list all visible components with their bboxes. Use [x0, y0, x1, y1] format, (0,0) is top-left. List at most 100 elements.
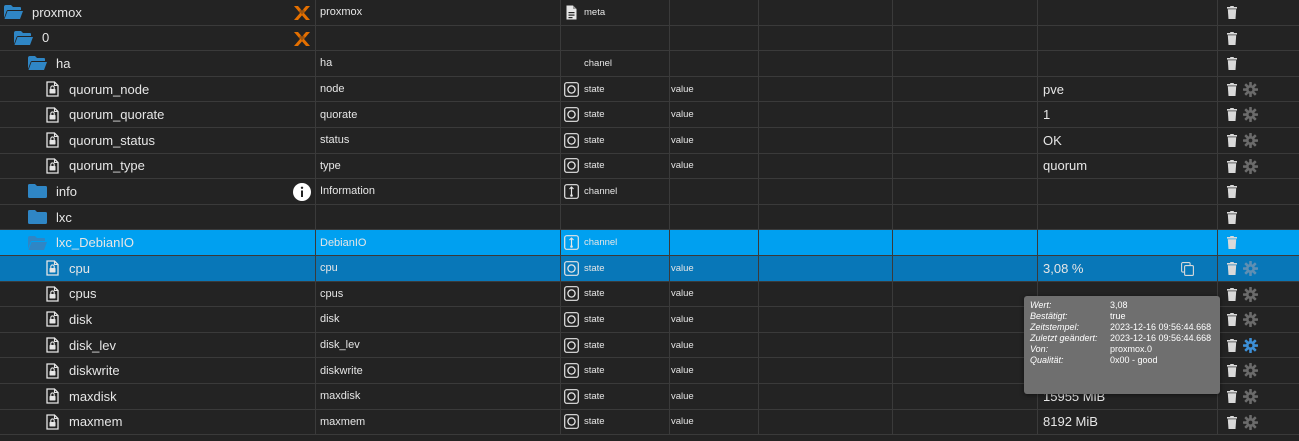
gear-icon[interactable] — [1243, 260, 1258, 276]
object-value[interactable]: 1 — [1038, 102, 1218, 127]
gear-icon[interactable] — [1243, 388, 1258, 404]
object-function[interactable] — [893, 127, 1038, 153]
object-function[interactable] — [893, 383, 1038, 409]
trash-icon[interactable] — [1227, 108, 1237, 122]
tree-row[interactable]: 0 — [0, 25, 1299, 52]
gear-icon[interactable] — [1243, 414, 1258, 430]
trash-icon[interactable] — [1227, 31, 1237, 45]
object-function[interactable] — [893, 102, 1038, 127]
object-label[interactable]: disk — [316, 307, 561, 332]
object-name-cell[interactable]: quorum_status — [0, 127, 316, 153]
object-label[interactable]: Information — [316, 179, 561, 204]
tree-row[interactable]: lxc_DebianIO DebianIO channel — [0, 230, 1299, 256]
object-label[interactable]: disk_lev — [316, 332, 561, 358]
object-room[interactable] — [759, 102, 893, 127]
object-value[interactable]: quorum — [1038, 153, 1218, 179]
object-function[interactable] — [893, 153, 1038, 179]
object-room[interactable] — [759, 204, 893, 230]
object-function[interactable] — [893, 179, 1038, 204]
folder-icon[interactable] — [28, 184, 47, 199]
object-room[interactable] — [759, 281, 893, 307]
object-room[interactable] — [759, 230, 893, 255]
object-label[interactable]: maxmem — [316, 409, 561, 435]
object-function[interactable] — [893, 409, 1038, 435]
folder-open-icon[interactable] — [14, 30, 33, 45]
object-name-cell[interactable]: disk — [0, 307, 316, 332]
gear-icon[interactable] — [1243, 132, 1258, 148]
object-name-cell[interactable]: ha — [0, 51, 316, 76]
object-label[interactable]: quorate — [316, 102, 561, 127]
trash-icon[interactable] — [1227, 185, 1237, 199]
object-room[interactable] — [759, 383, 893, 409]
object-label[interactable]: diskwrite — [316, 358, 561, 383]
object-room[interactable] — [759, 307, 893, 332]
trash-icon[interactable] — [1227, 287, 1237, 301]
trash-icon[interactable] — [1227, 236, 1237, 250]
object-room[interactable] — [759, 127, 893, 153]
object-value[interactable]: OK — [1038, 127, 1218, 153]
tree-row[interactable]: quorum_quorate quorate state value 1 — [0, 102, 1299, 128]
trash-icon[interactable] — [1227, 82, 1237, 96]
trash-icon[interactable] — [1227, 261, 1237, 275]
object-label[interactable] — [316, 204, 561, 230]
object-label[interactable]: DebianIO — [316, 230, 561, 255]
folder-open-icon[interactable] — [28, 235, 47, 250]
object-name-cell[interactable]: disk_lev — [0, 332, 316, 358]
object-name-cell[interactable]: quorum_type — [0, 153, 316, 179]
trash-icon[interactable] — [1227, 415, 1237, 429]
object-function[interactable] — [893, 358, 1038, 383]
object-function[interactable] — [893, 281, 1038, 307]
object-function[interactable] — [893, 76, 1038, 102]
object-label[interactable]: node — [316, 76, 561, 102]
trash-icon[interactable] — [1227, 210, 1237, 224]
copy-icon[interactable] — [1181, 261, 1194, 276]
object-value[interactable] — [1038, 51, 1218, 76]
object-room[interactable] — [759, 255, 893, 281]
object-room[interactable] — [759, 332, 893, 358]
object-value[interactable] — [1038, 204, 1218, 230]
trash-icon[interactable] — [1227, 313, 1237, 327]
gear-icon[interactable] — [1243, 107, 1258, 123]
tree-row[interactable]: quorum_type type state value quorum — [0, 153, 1299, 180]
trash-icon[interactable] — [1227, 389, 1237, 403]
object-name-cell[interactable]: cpus — [0, 281, 316, 307]
object-name-cell[interactable]: quorum_node — [0, 76, 316, 102]
trash-icon[interactable] — [1227, 57, 1237, 71]
object-function[interactable] — [893, 255, 1038, 281]
object-room[interactable] — [759, 409, 893, 435]
object-function[interactable] — [893, 0, 1038, 25]
object-label[interactable]: type — [316, 153, 561, 179]
object-value[interactable] — [1038, 179, 1218, 204]
object-name-cell[interactable]: quorum_quorate — [0, 102, 316, 127]
object-name-cell[interactable]: maxmem — [0, 409, 316, 435]
folder-icon[interactable] — [28, 210, 47, 225]
tree-row[interactable]: info Information channel — [0, 179, 1299, 205]
folder-open-icon[interactable] — [4, 5, 23, 20]
trash-icon[interactable] — [1227, 159, 1237, 173]
tree-row[interactable]: ha ha chanel — [0, 51, 1299, 77]
object-name-cell[interactable]: 0 — [0, 25, 316, 51]
gear-icon[interactable] — [1243, 158, 1258, 174]
tree-row[interactable]: lxc — [0, 204, 1299, 231]
object-name-cell[interactable]: info — [0, 179, 316, 204]
object-function[interactable] — [893, 25, 1038, 51]
object-value[interactable]: 8192 MiB — [1038, 409, 1218, 435]
object-value[interactable] — [1038, 230, 1218, 255]
object-room[interactable] — [759, 76, 893, 102]
trash-icon[interactable] — [1227, 338, 1237, 352]
tree-row[interactable]: quorum_status status state value OK — [0, 127, 1299, 154]
object-value[interactable] — [1038, 0, 1218, 25]
gear-icon[interactable] — [1243, 337, 1258, 353]
object-label[interactable] — [316, 25, 561, 51]
trash-icon[interactable] — [1227, 133, 1237, 147]
object-name-cell[interactable]: proxmox — [0, 0, 316, 25]
tree-row[interactable]: proxmox proxmox meta — [0, 0, 1299, 26]
tree-row[interactable]: quorum_node node state value pve — [0, 76, 1299, 103]
gear-icon[interactable] — [1243, 363, 1258, 379]
object-name-cell[interactable]: lxc — [0, 204, 316, 230]
object-room[interactable] — [759, 0, 893, 25]
object-room[interactable] — [759, 25, 893, 51]
trash-icon[interactable] — [1227, 6, 1237, 19]
object-function[interactable] — [893, 230, 1038, 255]
object-room[interactable] — [759, 358, 893, 383]
